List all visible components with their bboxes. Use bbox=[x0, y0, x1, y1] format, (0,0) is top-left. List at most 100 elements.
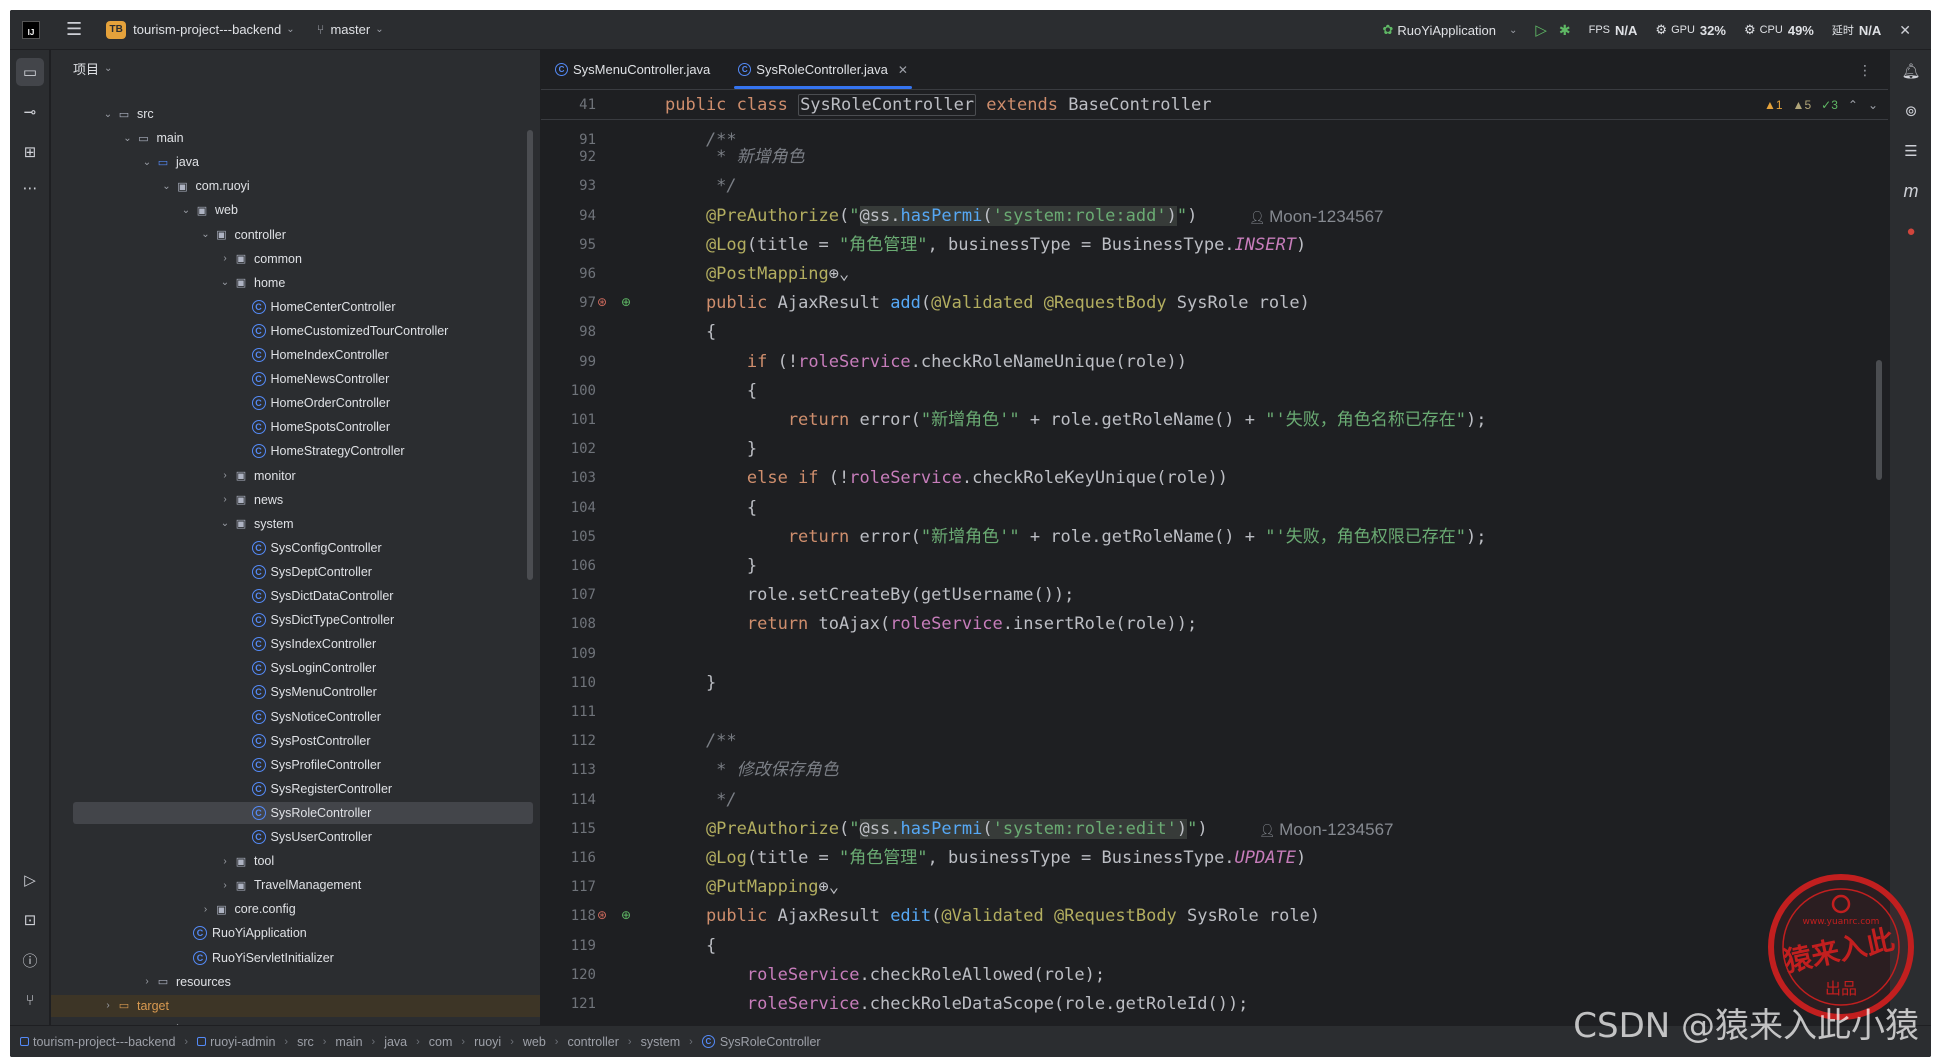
tree-item-class[interactable]: C SysUserController bbox=[51, 826, 540, 848]
code-content[interactable]: /** * 新增角色 */ @PreAuthorize("@ss.hasPerm… bbox=[665, 120, 1845, 1025]
chevron-right-icon[interactable]: › bbox=[101, 1000, 115, 1011]
code-line[interactable]: @Log(title = "角色管理", businessType = Busi… bbox=[665, 231, 1306, 260]
tree-item-class[interactable]: C RuoYiServletInitializer bbox=[51, 947, 540, 969]
code-author-hint[interactable]: 👤︎ Moon-1234567 bbox=[1249, 202, 1384, 231]
chevron-down-icon[interactable]: ⌄ bbox=[1509, 25, 1517, 36]
close-tab-icon[interactable]: ✕ bbox=[898, 63, 908, 77]
chevron-right-icon[interactable]: › bbox=[140, 976, 154, 987]
code-line[interactable]: return error("新增角色'" + role.getRoleName(… bbox=[665, 523, 1487, 552]
code-line[interactable]: */ bbox=[665, 172, 736, 201]
code-line[interactable]: else if (!roleService.checkRoleKeyUnique… bbox=[665, 464, 1228, 493]
database-icon[interactable]: ☰ bbox=[1898, 138, 1924, 164]
chevron-down-icon[interactable]: ⌄ bbox=[199, 229, 213, 240]
breadcrumb-item[interactable]: C SysRoleController bbox=[701, 1035, 821, 1049]
tree-item-folder[interactable]: ⌄ ▣ com.ruoyi bbox=[51, 175, 540, 197]
tree-item-folder[interactable]: ⌄ ▭ main bbox=[51, 127, 540, 149]
tree-scrollbar[interactable] bbox=[527, 130, 533, 580]
intellij-logo-icon[interactable]: IJ bbox=[22, 20, 40, 39]
code-line[interactable]: * 新增角色 bbox=[665, 143, 804, 172]
tree-item-class[interactable]: C SysPostController bbox=[51, 730, 540, 752]
code-line[interactable]: { bbox=[665, 377, 757, 406]
tree-item-folder[interactable]: › ▣ TravelManagement bbox=[51, 874, 540, 896]
chevron-right-icon[interactable]: › bbox=[218, 880, 232, 891]
code-line[interactable]: @PreAuthorize("@ss.hasPermi('system:role… bbox=[665, 815, 1208, 844]
project-folder-icon[interactable]: ▭ bbox=[16, 58, 44, 86]
breadcrumb-item[interactable]: ruoyi › bbox=[474, 1035, 523, 1049]
code-line[interactable]: public AjaxResult add(@Validated @Reques… bbox=[665, 289, 1310, 318]
breadcrumb-item[interactable]: tourism-project---backend › bbox=[20, 1035, 197, 1049]
code-line[interactable]: return error("新增角色'" + role.getRoleName(… bbox=[665, 406, 1487, 435]
main-menu-icon[interactable]: ☰ bbox=[66, 19, 82, 40]
tree-item-folder[interactable]: › ▣ common bbox=[51, 248, 540, 270]
chevron-down-icon[interactable]: ⌄ bbox=[160, 181, 174, 192]
chevron-right-icon[interactable]: › bbox=[199, 904, 213, 915]
close-icon[interactable]: ✕ bbox=[1899, 22, 1911, 39]
code-line[interactable]: * 修改保存角色 bbox=[665, 756, 838, 785]
code-line[interactable]: { bbox=[665, 494, 757, 523]
git-branch-icon[interactable]: ⑂ bbox=[317, 22, 325, 37]
bean-gutter-icon[interactable]: ⊛ bbox=[597, 908, 607, 922]
code-line[interactable]: } bbox=[665, 552, 757, 581]
chevron-down-icon[interactable]: ⌄ bbox=[179, 205, 193, 216]
tree-item-class[interactable]: C HomeOrderController bbox=[51, 392, 540, 414]
tree-item-folder[interactable]: ⌄ ▭ java bbox=[51, 151, 540, 173]
project-name[interactable]: tourism-project---backend bbox=[133, 22, 281, 37]
endpoint-gutter-icon[interactable]: ⊕ bbox=[621, 908, 631, 922]
tree-item-class[interactable]: C SysRoleController bbox=[73, 801, 533, 824]
notifications-icon[interactable]: 🔔︎ bbox=[1898, 58, 1924, 84]
bean-gutter-icon[interactable]: ⊛ bbox=[597, 295, 607, 309]
breadcrumb-item[interactable]: ruoyi-admin › bbox=[197, 1035, 297, 1049]
code-line[interactable]: @PostMapping⊕⌄ bbox=[665, 260, 849, 289]
code-line[interactable]: @PutMapping⊕⌄ bbox=[665, 873, 839, 902]
chevron-down-icon[interactable]: ⌄ bbox=[218, 277, 232, 288]
editor-scrollbar[interactable] bbox=[1876, 360, 1882, 480]
breadcrumb-item[interactable]: controller › bbox=[567, 1035, 640, 1049]
commit-icon[interactable]: ⊸ bbox=[16, 98, 44, 126]
tree-item-folder[interactable]: ⌄ ▣ web bbox=[51, 199, 540, 221]
tree-item-class[interactable]: C SysNoticeController bbox=[51, 706, 540, 728]
tree-item-class[interactable]: C HomeStrategyController bbox=[51, 440, 540, 462]
tree-item-class[interactable]: C SysConfigController bbox=[51, 537, 540, 559]
plugin-icon[interactable]: ● bbox=[1898, 218, 1924, 244]
chevron-down-icon[interactable]: ⌄ bbox=[218, 518, 232, 529]
tree-item-class[interactable]: C SysMenuController bbox=[51, 681, 540, 703]
ai-assistant-icon[interactable]: ⊚ bbox=[1898, 98, 1924, 124]
tree-item-class[interactable]: C SysLoginController bbox=[51, 657, 540, 679]
code-line[interactable]: /** bbox=[665, 727, 737, 756]
maven-icon[interactable]: m bbox=[1898, 178, 1924, 204]
tree-item-folder[interactable]: ⌄ ▣ controller bbox=[51, 224, 540, 246]
chevron-down-icon[interactable]: ⌄ bbox=[140, 157, 154, 168]
chevron-down-icon[interactable]: ⌄ bbox=[101, 109, 115, 120]
chevron-right-icon[interactable]: › bbox=[218, 494, 232, 505]
code-line[interactable]: @PreAuthorize("@ss.hasPermi('system:role… bbox=[665, 202, 1197, 231]
tree-item-class[interactable]: C RuoYiApplication bbox=[51, 922, 540, 944]
code-line[interactable]: role.setCreateBy(getUsername()); bbox=[665, 581, 1075, 610]
code-line[interactable]: public AjaxResult edit(@Validated @Reque… bbox=[665, 902, 1320, 931]
code-line[interactable]: */ bbox=[665, 786, 736, 815]
code-line[interactable]: roleService.checkRoleDataScope(role.getR… bbox=[665, 990, 1249, 1019]
tree-item-folder[interactable]: ⌄ ▣ home bbox=[51, 272, 540, 294]
more-icon[interactable]: ⋯ bbox=[16, 174, 44, 202]
tree-item-folder[interactable]: › ▭ resources bbox=[51, 971, 540, 993]
tree-item-class[interactable]: C HomeCenterController bbox=[51, 296, 540, 318]
tree-item-class[interactable]: C SysProfileController bbox=[51, 754, 540, 776]
breadcrumb-item[interactable]: system › bbox=[641, 1035, 702, 1049]
tree-item-folder[interactable]: › ▣ news bbox=[51, 489, 540, 511]
chevron-right-icon[interactable]: › bbox=[218, 856, 232, 867]
inspection-widget[interactable]: ▲1 ▲5 ✓3 ⌃ ⌄ bbox=[1764, 98, 1878, 112]
tree-item-class[interactable]: C HomeNewsController bbox=[51, 368, 540, 390]
chevron-right-icon[interactable]: › bbox=[218, 253, 232, 264]
code-author-hint[interactable]: 👤︎ Moon-1234567 bbox=[1259, 815, 1394, 844]
branch-name[interactable]: master bbox=[330, 22, 370, 37]
editor-gutter[interactable]: 91 92 93 94 95 96 97 ⊛ ⊕ 98 99 100 101 102 103 104 105 10… bbox=[541, 90, 661, 1025]
tree-item-class[interactable]: C SysIndexController bbox=[51, 633, 540, 655]
sticky-class-header[interactable]: 41 public class SysRoleController extend… bbox=[541, 90, 1888, 120]
breadcrumb-item[interactable]: com › bbox=[429, 1035, 474, 1049]
tree-item-folder[interactable]: ⌄ ▭ src bbox=[51, 103, 540, 125]
project-panel-header[interactable]: 项目 ⌄ bbox=[51, 50, 540, 86]
services-icon[interactable]: ▷ bbox=[16, 866, 44, 894]
chevron-right-icon[interactable]: › bbox=[218, 470, 232, 481]
chevron-up-icon[interactable]: ⌃ bbox=[1848, 98, 1858, 112]
chevron-down-icon[interactable]: ⌄ bbox=[121, 133, 135, 144]
tree-item-class[interactable]: C HomeSpotsController bbox=[51, 416, 540, 438]
